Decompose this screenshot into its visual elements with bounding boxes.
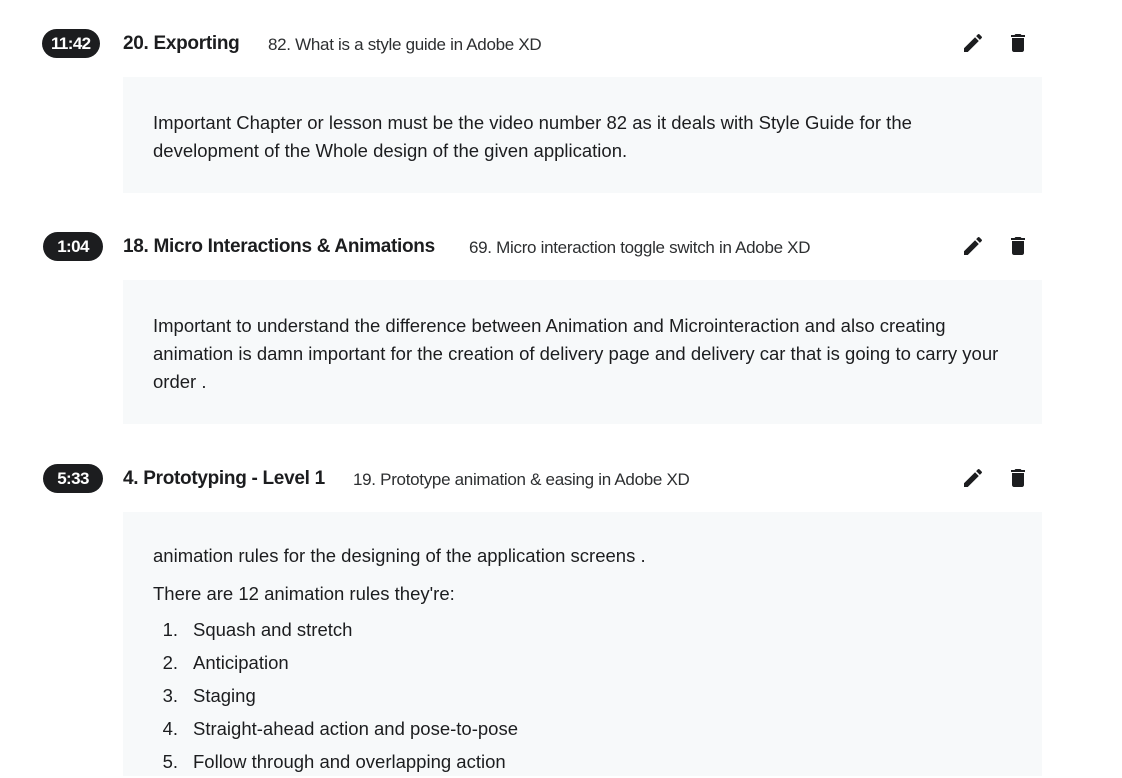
note-content: animation rules for the designing of the…: [123, 512, 1042, 776]
note-content: Important to understand the difference b…: [123, 280, 1042, 424]
delete-note-button[interactable]: [1006, 466, 1032, 492]
delete-note-button[interactable]: [1006, 31, 1032, 57]
pencil-icon: [964, 33, 983, 52]
note-text: animation rules for the designing of the…: [153, 545, 646, 566]
chapter-title: 18. Micro Interactions & Animations: [123, 236, 435, 257]
trash-icon: [1011, 469, 1025, 487]
chapter-title: 20. Exporting: [123, 33, 240, 54]
note-header: 1:04 18. Micro Interactions & Animations…: [0, 230, 1122, 264]
animation-rules-list: 1. Squash and stretch 2. Anticipation 3. St…: [153, 613, 1012, 778]
chapter-title: 4. Prototyping - Level 1: [123, 468, 325, 489]
list-item: 5. Follow through and overlapping action: [162, 751, 506, 772]
note-item: 5:33 4. Prototyping - Level 1 19. Protot…: [0, 462, 1122, 776]
note-content: Important Chapter or lesson must be the …: [123, 77, 1042, 193]
note-header: 11:42 20. Exporting 82. What is a style …: [0, 27, 1122, 61]
trash-icon: [1011, 34, 1025, 52]
list-item: 4. Straight-ahead action and pose-to-pose: [162, 718, 518, 739]
lecture-title: 69. Micro interaction toggle switch in A…: [469, 238, 811, 257]
pencil-icon: [964, 236, 983, 255]
list-item: 2. Anticipation: [162, 652, 289, 673]
lecture-title: 19. Prototype animation & easing in Adob…: [353, 470, 690, 489]
timestamp-badge[interactable]: 5:33: [43, 464, 103, 493]
list-item: 3. Staging: [162, 685, 256, 706]
list-item: 1. Squash and stretch: [162, 619, 353, 640]
note-item: 1:04 18. Micro Interactions & Animations…: [0, 230, 1122, 424]
note-text: Important Chapter or lesson must be the …: [153, 112, 912, 161]
edit-note-button[interactable]: [961, 466, 987, 492]
note-header: 5:33 4. Prototyping - Level 1 19. Protot…: [0, 462, 1122, 496]
edit-note-button[interactable]: [961, 31, 987, 57]
delete-note-button[interactable]: [1006, 234, 1032, 260]
trash-icon: [1011, 237, 1025, 255]
edit-note-button[interactable]: [961, 234, 987, 260]
timestamp-badge[interactable]: 1:04: [43, 232, 103, 261]
note-text: Important to understand the difference b…: [153, 315, 999, 392]
note-item: 11:42 20. Exporting 82. What is a style …: [0, 27, 1122, 193]
pencil-icon: [964, 468, 983, 487]
note-text: There are 12 animation rules they're:: [153, 583, 455, 604]
lecture-title: 82. What is a style guide in Adobe XD: [268, 35, 542, 54]
timestamp-badge[interactable]: 11:42: [42, 29, 100, 58]
